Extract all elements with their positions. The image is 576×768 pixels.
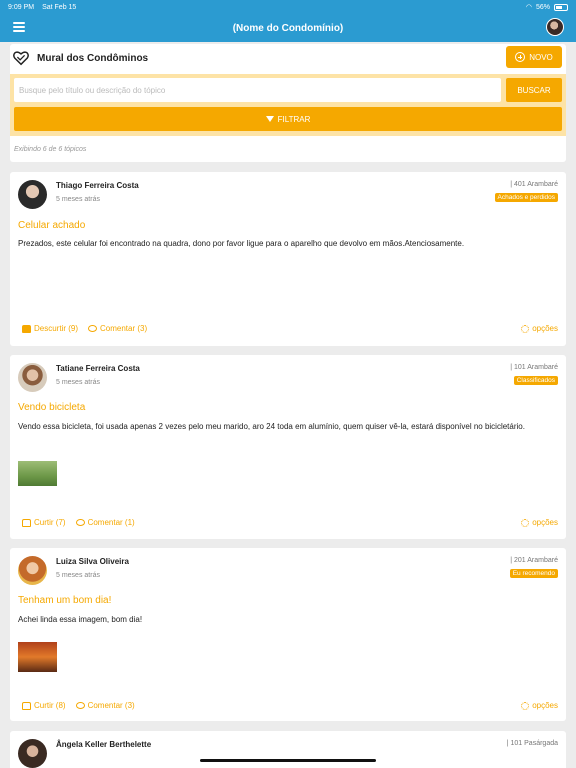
options-label: opções: [532, 324, 558, 333]
comment-button[interactable]: Comentar (1): [75, 518, 135, 527]
gear-icon: [521, 518, 530, 527]
condominium-title: (Nome do Condomínio): [232, 22, 344, 34]
handshake-heart-icon: [13, 51, 29, 66]
bicycle-photo[interactable]: [18, 461, 57, 486]
author-unit: | 401 Arambaré: [510, 181, 558, 188]
board-title: Mural dos Condôminos: [37, 52, 149, 64]
like-button[interactable]: Descurtir (9): [22, 324, 78, 333]
home-indicator[interactable]: [200, 759, 376, 762]
post-card: Luiza Silva Oliveira 5 meses atrás | 201…: [10, 548, 566, 721]
author-avatar[interactable]: [18, 363, 47, 392]
filter-icon: [265, 116, 274, 122]
thumbs-up-icon: [22, 701, 31, 710]
filter-label: FILTRAR: [277, 114, 311, 124]
status-date: Sat Feb 15: [42, 3, 77, 11]
options-button[interactable]: opções: [521, 701, 558, 710]
options-button[interactable]: opções: [521, 324, 558, 333]
wifi-icon: ◠: [525, 4, 532, 11]
new-topic-label: NOVO: [529, 52, 553, 62]
author-name[interactable]: Ângela Keller Berthelette: [56, 740, 151, 749]
author-avatar[interactable]: [18, 556, 47, 585]
post-body: Vendo essa bicicleta, foi usada apenas 2…: [18, 422, 525, 431]
new-topic-button[interactable]: NOVO: [506, 46, 562, 68]
battery-icon: [554, 3, 568, 11]
post-time: 5 meses atrás: [56, 379, 100, 386]
post-body: Achei linda essa imagem, bom dia!: [18, 615, 143, 624]
author-avatar[interactable]: [18, 739, 47, 768]
post-time: 5 meses atrás: [56, 196, 100, 203]
post-title[interactable]: Vendo bicicleta: [18, 402, 85, 413]
post-title[interactable]: Tenham um bom dia!: [18, 595, 111, 606]
gear-icon: [521, 701, 530, 710]
category-badge: Classificados: [513, 376, 558, 385]
category-badge: Eu recomendo: [509, 569, 558, 578]
topic-counter: Exibindo 6 de 6 tópicos: [14, 146, 87, 153]
status-bar: 9:09 PM Sat Feb 15 ◠ 56%: [0, 0, 576, 14]
user-avatar[interactable]: [546, 18, 564, 36]
author-unit: | 101 Pasárgada: [506, 740, 558, 747]
post-time: 5 meses atrás: [56, 572, 100, 579]
comment-icon: [75, 519, 85, 526]
comment-label: Comentar (3): [100, 324, 148, 333]
search-panel: BUSCAR FILTRAR: [10, 74, 566, 136]
author-name[interactable]: Tatiane Ferreira Costa: [56, 364, 140, 373]
battery-percent: 56%: [535, 3, 550, 11]
post-body: Prezados, este celular foi encontrado na…: [18, 239, 465, 248]
author-name[interactable]: Thiago Ferreira Costa: [56, 181, 139, 190]
author-avatar[interactable]: [18, 180, 47, 209]
comment-icon: [88, 325, 98, 332]
like-button[interactable]: Curtir (8): [22, 701, 66, 710]
category-badge: Achados e perdidos: [494, 193, 558, 202]
sunset-photo[interactable]: [18, 642, 57, 672]
options-button[interactable]: opções: [521, 518, 558, 527]
hamburger-menu-icon[interactable]: [13, 22, 25, 32]
comment-icon: [75, 702, 85, 709]
search-button[interactable]: BUSCAR: [506, 78, 562, 102]
comment-button[interactable]: Comentar (3): [75, 701, 135, 710]
options-label: opções: [532, 701, 558, 710]
thumbs-up-icon: [22, 518, 31, 527]
top-nav-bar: (Nome do Condomínio): [0, 14, 576, 42]
search-input[interactable]: [14, 78, 501, 102]
comment-button[interactable]: Comentar (3): [88, 324, 147, 333]
filter-button[interactable]: FILTRAR: [14, 107, 562, 131]
board-header: Mural dos Condôminos NOVO BUSCAR FILTRAR…: [10, 44, 566, 162]
comment-label: Comentar (3): [87, 701, 135, 710]
post-title[interactable]: Celular achado: [18, 220, 85, 231]
post-card: Thiago Ferreira Costa 5 meses atrás | 40…: [10, 172, 566, 346]
post-card: Ângela Keller Berthelette | 101 Pasárgad…: [10, 731, 566, 768]
like-label: Curtir (8): [34, 701, 66, 710]
like-label: Curtir (7): [34, 518, 66, 527]
author-name[interactable]: Luiza Silva Oliveira: [56, 557, 129, 566]
like-label: Descurtir (9): [34, 324, 79, 333]
author-unit: | 101 Arambaré: [510, 364, 558, 371]
options-label: opções: [532, 518, 558, 527]
comment-label: Comentar (1): [87, 518, 135, 527]
plus-circle-icon: [515, 52, 526, 62]
post-card: Tatiane Ferreira Costa 5 meses atrás | 1…: [10, 355, 566, 539]
thumbs-up-icon: [22, 324, 31, 333]
author-unit: | 201 Arambaré: [510, 557, 558, 564]
like-button[interactable]: Curtir (7): [22, 518, 66, 527]
status-time: 9:09 PM: [8, 3, 35, 11]
gear-icon: [521, 324, 530, 333]
